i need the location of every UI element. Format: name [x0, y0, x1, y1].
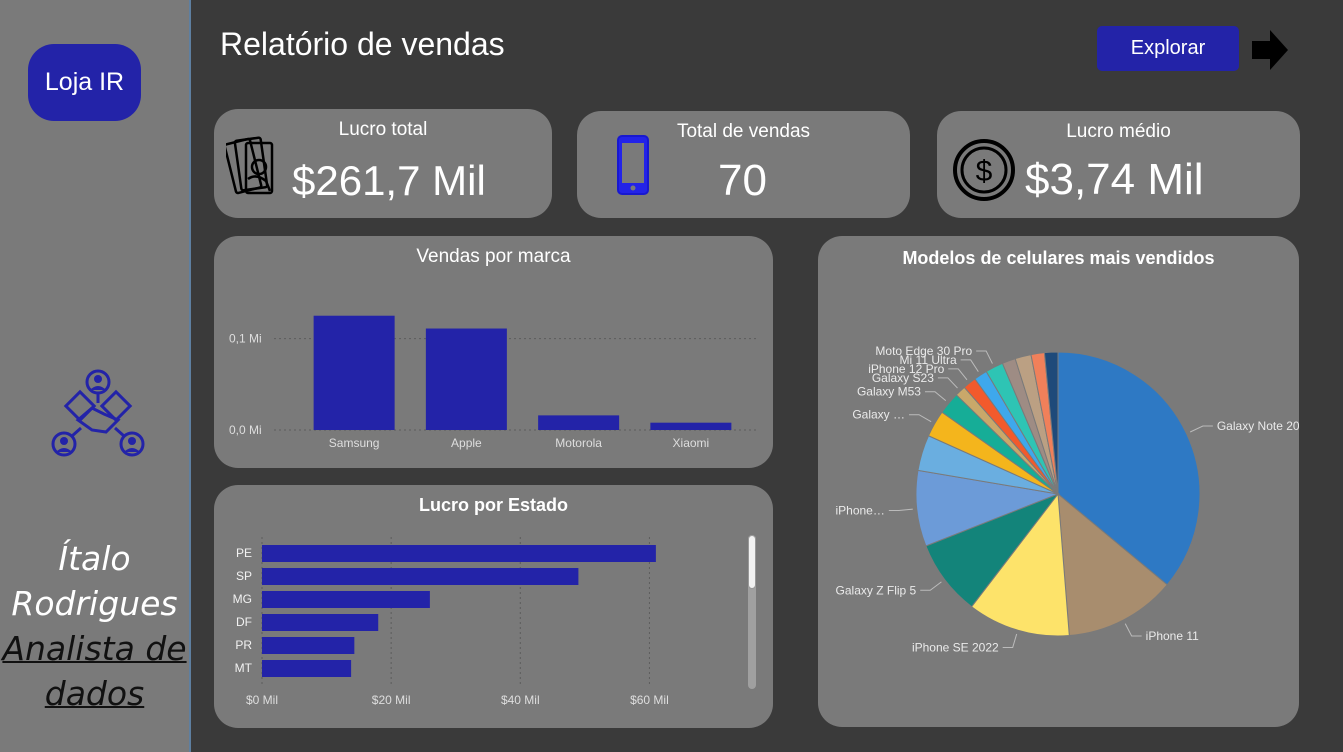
brand-badge[interactable]: Loja IR	[28, 44, 141, 121]
bar	[262, 637, 355, 654]
pie-label: Moto Edge 30 Pro	[875, 344, 972, 358]
y-tick-label: PR	[235, 638, 252, 652]
pie-label: iPhone 11	[1146, 629, 1199, 643]
y-tick-label: 0,0 Mi	[229, 423, 262, 437]
bar	[313, 315, 395, 430]
bar	[262, 568, 579, 585]
bar	[262, 545, 656, 562]
pie-leader-line	[1189, 425, 1213, 433]
scrollbar-thumb[interactable]	[748, 535, 756, 589]
kpi-card-lucro-medio: Lucro médio $ $3,74 Mil	[937, 111, 1300, 218]
kpi-value: $261,7 Mil	[292, 157, 486, 204]
team-handshake-icon	[51, 369, 145, 457]
pie-leader-line	[924, 391, 947, 402]
kpi-card-total-vendas: Total de vendas 70	[577, 111, 910, 218]
bar	[425, 328, 507, 430]
pie-label: iPhone…	[835, 504, 884, 518]
pie-label: iPhone SE 2022	[912, 640, 999, 654]
chart-card-lucro-por-estado: Lucro por Estado $0 Mil $20 Mil $40 Mil $60…	[214, 485, 773, 728]
x-tick-label: $20 Mil	[372, 693, 411, 707]
y-tick-label: MG	[233, 592, 252, 606]
bar	[262, 660, 352, 677]
pie-leader-line	[888, 508, 913, 512]
y-tick-label: SP	[236, 569, 252, 583]
x-tick-label: Apple	[451, 436, 482, 450]
chart-card-modelos: Modelos de celulares mais vendidos Galax…	[818, 236, 1299, 727]
pie-leader-line	[909, 414, 932, 423]
bar	[262, 591, 430, 608]
svg-text:$: $	[976, 155, 993, 188]
x-tick-label: $40 Mil	[501, 693, 540, 707]
author-role-line1: Analista de	[2, 629, 187, 668]
page-title: Relatório de vendas	[220, 26, 505, 62]
bar	[262, 614, 379, 631]
bar	[650, 422, 732, 430]
brand-bar-chart: 0,0 Mi 0,1 Mi Samsung Apple Motorola Xiaomi	[229, 315, 759, 450]
pie-label: Galaxy …	[852, 408, 905, 422]
x-tick-label: Samsung	[329, 436, 380, 450]
x-tick-label: Xiaomi	[673, 436, 710, 450]
x-tick-label: Motorola	[555, 436, 602, 450]
models-pie-chart: Galaxy Note 20 iPhone 11 iPhone SE 2022 Gal…	[835, 344, 1299, 654]
chart-card-vendas-por-marca: Vendas por marca 0,0 Mi 0,1 Mi Samsung Appl…	[214, 236, 773, 468]
kpi-card-lucro-total: Lucro total $261,7 Mil	[214, 109, 552, 218]
pie-leader-line	[976, 350, 993, 364]
pie-leader-line	[937, 377, 958, 389]
pie-label: Galaxy Note 20	[1217, 419, 1299, 433]
phone-icon	[617, 135, 649, 195]
author-name-line2: Rodrigues	[11, 584, 178, 623]
x-tick-label: $60 Mil	[630, 693, 669, 707]
author-name-line1: Ítalo	[58, 539, 131, 578]
kpi-value: $3,74 Mil	[1025, 155, 1204, 204]
y-tick-label: 0,1 Mi	[229, 332, 262, 346]
pie-leader-line	[1002, 633, 1018, 648]
x-tick-label: $0 Mil	[246, 693, 278, 707]
pie-label: Galaxy M53	[857, 385, 921, 399]
state-bar-chart: $0 Mil $20 Mil $40 Mil $60 Mil PE SP MG DF PR MT	[233, 537, 669, 707]
author-role-line2: dados	[44, 674, 145, 713]
author-role[interactable]: Analista de dados	[0, 626, 189, 716]
pie-label: Galaxy Z Flip 5	[836, 583, 917, 597]
dollar-coin-icon: $	[953, 139, 1015, 201]
sidebar: Loja IR Ítalo Rodrigues Analista de dado…	[0, 0, 191, 752]
kpi-value: 70	[718, 156, 767, 205]
y-tick-label: PE	[236, 546, 252, 560]
scrollbar[interactable]	[748, 535, 756, 689]
pie-leader-line	[920, 581, 942, 591]
explore-button[interactable]: Explorar	[1097, 26, 1239, 71]
pie-leader-line	[948, 368, 968, 381]
arrow-right-icon[interactable]	[1250, 28, 1290, 72]
pie-leader-line	[1124, 623, 1142, 637]
y-tick-label: MT	[235, 661, 253, 675]
author-name: Ítalo Rodrigues	[0, 536, 189, 626]
pie-leader-line	[960, 359, 979, 372]
bar	[538, 415, 620, 430]
y-tick-label: DF	[236, 615, 252, 629]
money-icon	[226, 136, 274, 195]
